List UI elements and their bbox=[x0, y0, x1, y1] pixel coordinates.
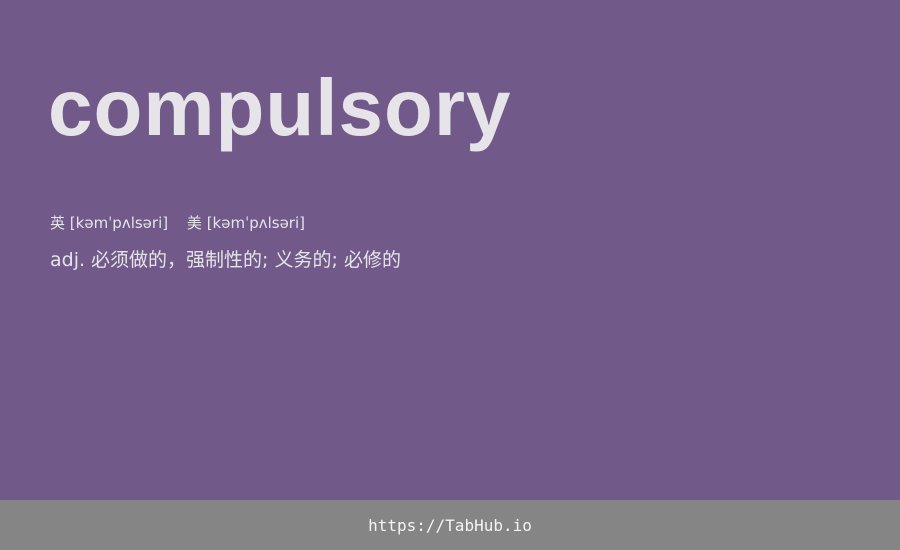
us-ipa: [kəmˈpʌlsəri] bbox=[206, 214, 305, 232]
pronunciation-row: 英 [kəmˈpʌlsəri] 美 [kəmˈpʌlsəri] bbox=[50, 213, 305, 233]
uk-label: 英 bbox=[50, 214, 66, 232]
us-label: 美 bbox=[186, 214, 202, 232]
definition-text: adj. 必须做的，强制性的; 义务的; 必修的 bbox=[50, 249, 401, 271]
footer-link[interactable]: https://TabHub.io bbox=[368, 516, 532, 535]
word-card: compulsory 英 [kəmˈpʌlsəri] 美 [kəmˈpʌlsər… bbox=[0, 0, 900, 550]
footer-bar: https://TabHub.io bbox=[0, 500, 900, 550]
uk-pronunciation: 英 [kəmˈpʌlsəri] bbox=[50, 214, 173, 232]
us-pronunciation: 美 [kəmˈpʌlsəri] bbox=[187, 214, 305, 232]
uk-ipa: [kəmˈpʌlsəri] bbox=[69, 214, 169, 232]
word-title: compulsory bbox=[48, 63, 512, 152]
